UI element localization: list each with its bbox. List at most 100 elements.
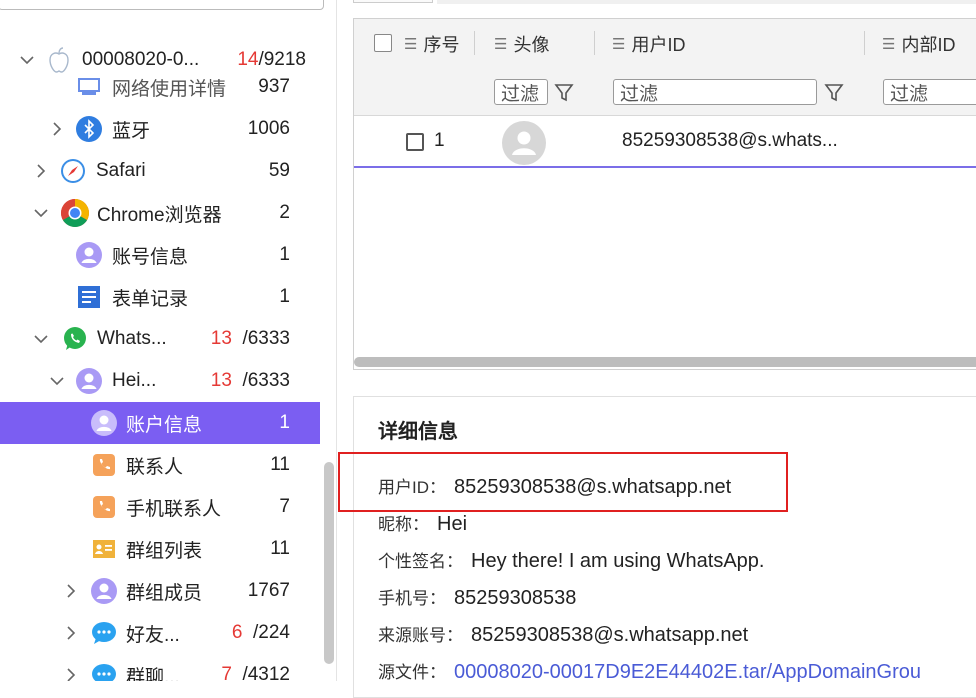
tree-scrollbar[interactable] (324, 462, 334, 664)
user-icon (76, 368, 102, 394)
chevron-right-icon[interactable] (64, 668, 78, 681)
group-card-icon (91, 536, 117, 562)
tree-item-form-records[interactable]: 表单记录 1 (0, 276, 320, 318)
details-title: 详细信息 (378, 421, 458, 443)
detail-nickname: 昵称： Hei (378, 513, 468, 535)
contact-phone-icon (91, 494, 117, 520)
chat-bubble-icon (91, 662, 117, 681)
tree-item-network-usage[interactable]: 网络使用详情 937 (0, 66, 320, 108)
tree-item-label: Hei... (112, 370, 157, 391)
tree-item-count: 2 (279, 202, 290, 223)
chevron-down-icon[interactable] (50, 374, 64, 388)
row-checkbox[interactable] (406, 133, 424, 151)
evidence-tree-panel: 00008020-0... 14/9218 网络使用详情 937 蓝牙 1006… (0, 0, 336, 681)
detail-source-account: 来源账号： 85259308538@s.whatsapp.net (378, 624, 749, 646)
tree-item-whatsapp-account-info[interactable]: 账户信息 1 (0, 402, 320, 444)
tree-item-label: 好友... (126, 624, 180, 646)
table-row[interactable]: 1 85259308538@s.whats... (354, 116, 976, 168)
tree-item-label: Chrome浏览器 (97, 204, 222, 226)
safari-icon (60, 158, 86, 184)
user-icon (91, 578, 117, 604)
tree-item-label: Whats... (97, 328, 167, 349)
tree-item-label: 账户信息 (126, 414, 203, 436)
whatsapp-icon (62, 326, 88, 352)
source-file-link[interactable]: 00008020-00017D9E2E44402E.tar/AppDomainG… (454, 661, 921, 683)
contact-phone-icon (91, 452, 117, 478)
tree-item-count: 1006 (247, 118, 290, 139)
chevron-right-icon[interactable] (50, 122, 64, 136)
column-separator[interactable] (594, 31, 595, 55)
table-horizontal-scrollbar[interactable] (354, 357, 976, 367)
tree-item-count: 6 /224 (231, 622, 290, 643)
user-icon (91, 410, 117, 436)
form-list-icon (76, 284, 102, 310)
tree-item-group-members[interactable]: 群组成员 1767 (0, 570, 320, 612)
bluetooth-icon (76, 116, 102, 142)
chrome-icon (60, 198, 90, 228)
chevron-down-icon[interactable] (20, 53, 34, 67)
tree-item-count: 13 /6333 (210, 370, 290, 391)
tree-search-box[interactable] (0, 0, 324, 10)
filter-funnel-icon[interactable] (822, 79, 846, 105)
row-user-id: 85259308538@s.whats... (622, 130, 838, 151)
tree-item-group-chats[interactable]: 群聊... 7 /4312 (0, 654, 320, 681)
avatar-filter-input[interactable]: 过滤 (494, 79, 548, 105)
column-header-avatar[interactable]: ☰ 头像 (494, 29, 549, 59)
select-all-checkbox[interactable] (374, 34, 392, 52)
chevron-down-icon[interactable] (34, 332, 48, 346)
detail-signature: 个性签名： Hey there! I am using WhatsApp. (378, 550, 765, 572)
tree-item-bluetooth[interactable]: 蓝牙 1006 (0, 108, 320, 150)
tree-item-count: 1767 (247, 580, 290, 601)
network-usage-icon (76, 74, 102, 100)
tree-item-count: 7 /4312 (221, 664, 290, 681)
chat-bubble-icon (91, 620, 117, 646)
column-header-index[interactable]: ☰ 序号 (404, 29, 459, 59)
user-icon (76, 242, 102, 268)
column-separator[interactable] (474, 31, 475, 55)
list-icon: ☰ (882, 36, 896, 53)
top-tab-stub (353, 0, 433, 3)
chevron-right-icon[interactable] (34, 164, 48, 178)
tree-item-account-info[interactable]: 账号信息 1 (0, 234, 320, 276)
tree-item-label: 表单记录 (112, 288, 189, 310)
tree-item-count: 1 (279, 286, 290, 307)
tree-item-friend-chats[interactable]: 好友... 6 /224 (0, 612, 320, 654)
user-id-filter-input[interactable]: 过滤 (613, 79, 817, 105)
tree-item-count: 937 (258, 76, 290, 97)
column-header-user-id[interactable]: ☰ 用户ID (612, 29, 685, 59)
records-table: ☰ 序号 ☰ 头像 ☰ 用户ID ☰ 内部ID 过滤 过滤 过滤 1 852593085… (353, 18, 976, 370)
row-index: 1 (434, 130, 445, 151)
table-header: ☰ 序号 ☰ 头像 ☰ 用户ID ☰ 内部ID 过滤 过滤 过滤 (354, 19, 976, 116)
tree-item-whatsapp[interactable]: Whats... 13 /6333 (0, 318, 320, 360)
column-header-internal-id[interactable]: ☰ 内部ID (882, 29, 955, 59)
tree-item-count: 11 (270, 538, 290, 559)
chevron-right-icon[interactable] (64, 626, 78, 640)
tree-item-phone-contacts[interactable]: 手机联系人 7 (0, 486, 320, 528)
tree-item-count: 13 /6333 (210, 328, 290, 349)
list-icon: ☰ (404, 36, 418, 53)
column-separator[interactable] (864, 31, 865, 55)
highlight-annotation-box (338, 452, 788, 512)
filter-funnel-icon[interactable] (552, 79, 576, 105)
panel-divider[interactable] (336, 0, 337, 681)
tree-item-label: Safari (96, 160, 146, 181)
tree-item-group-list[interactable]: 群组列表 11 (0, 528, 320, 570)
chevron-down-icon[interactable] (34, 206, 48, 220)
tree-item-hei-account[interactable]: Hei... 13 /6333 (0, 360, 320, 402)
tree-item-count: 7 (279, 496, 290, 517)
tree-item-label: 网络使用详情 (112, 78, 227, 100)
chevron-right-icon[interactable] (64, 584, 78, 598)
tree-item-contacts[interactable]: 联系人 11 (0, 444, 320, 486)
default-avatar-icon (501, 121, 547, 170)
list-icon: ☰ (612, 36, 626, 53)
internal-id-filter-input[interactable]: 过滤 (883, 79, 976, 105)
tree-item-safari[interactable]: Safari 59 (0, 150, 320, 192)
tree-item-count: 1 (279, 244, 290, 265)
detail-source-file: 源文件： 00008020-00017D9E2E44402E.tar/AppDom… (378, 661, 922, 683)
details-panel: 详细信息 用户ID： 85259308538@s.whatsapp.net 昵称：… (353, 396, 976, 698)
tree-item-count: 1 (279, 412, 290, 433)
tree-item-chrome[interactable]: Chrome浏览器 2 (0, 192, 320, 234)
tree-item-label: 群组列表 (126, 540, 203, 562)
tree-item-label: 账号信息 (112, 246, 189, 268)
detail-phone: 手机号： 85259308538 (378, 587, 577, 609)
